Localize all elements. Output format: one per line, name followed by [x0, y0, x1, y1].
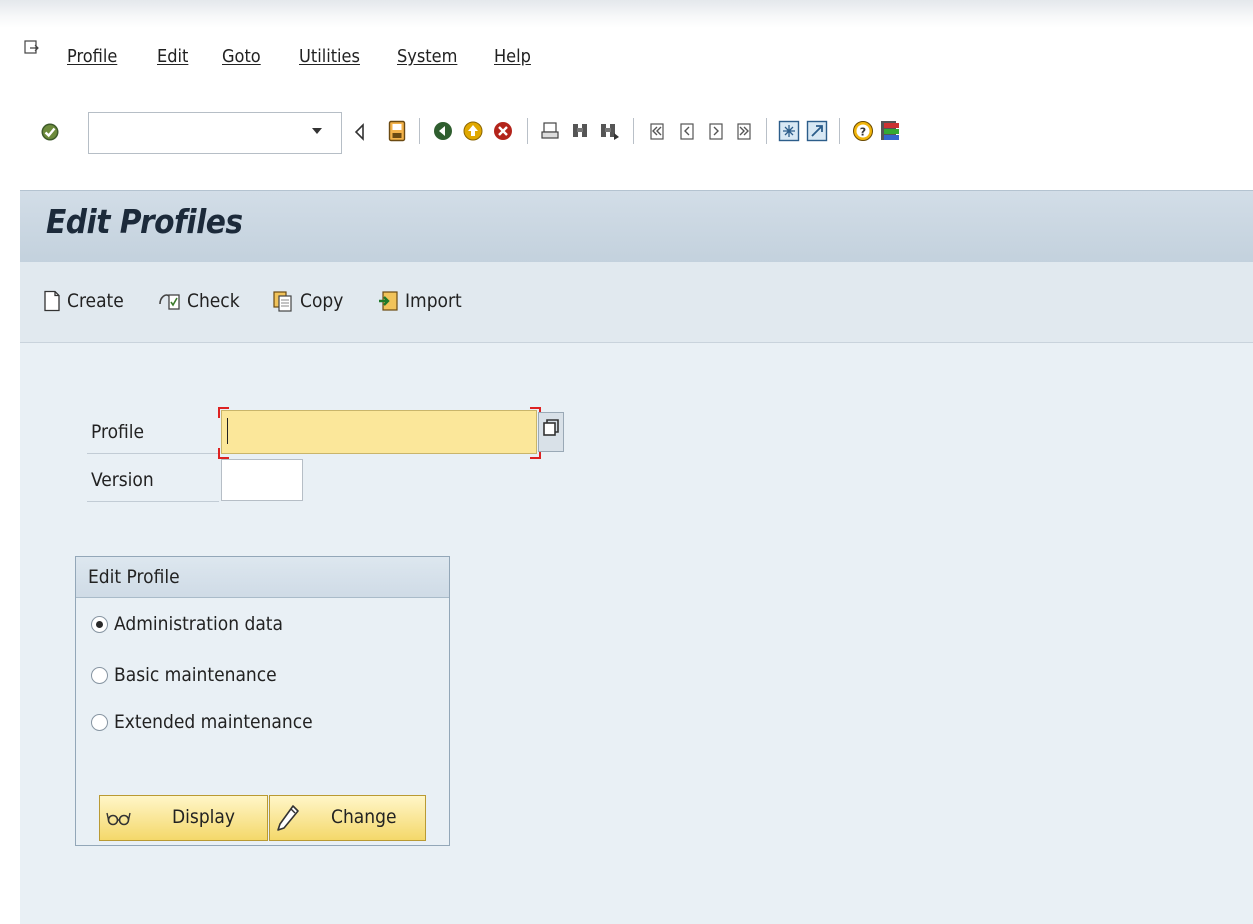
version-input[interactable] — [221, 459, 303, 501]
toolbar-separator — [527, 118, 528, 144]
version-label: Version — [91, 469, 154, 491]
label-underline — [87, 453, 219, 454]
import-label: Import — [405, 290, 462, 312]
copy-button[interactable]: Copy — [272, 290, 343, 312]
extended-maintenance-radio[interactable] — [91, 714, 108, 731]
print-icon[interactable] — [540, 121, 560, 141]
find-next-icon[interactable] — [598, 121, 620, 141]
menu-help[interactable]: Help — [494, 46, 531, 67]
change-button[interactable]: Change — [269, 795, 426, 841]
glasses-icon — [106, 812, 131, 826]
group-title: Edit Profile — [88, 566, 180, 588]
document-icon — [44, 290, 60, 312]
exit-icon[interactable] — [463, 121, 483, 141]
svg-text:?: ? — [860, 126, 866, 139]
customize-layout-icon[interactable] — [880, 120, 900, 142]
change-label: Change — [331, 806, 397, 828]
toolbar-separator — [419, 118, 420, 144]
profile-input[interactable] — [221, 410, 537, 454]
check-icon[interactable] — [40, 122, 60, 142]
import-button[interactable]: Import — [377, 290, 462, 312]
create-label: Create — [67, 290, 124, 312]
required-marker — [218, 448, 229, 459]
check-label: Check — [187, 290, 240, 312]
cancel-icon[interactable] — [493, 121, 513, 141]
menu-profile[interactable]: Profile — [67, 46, 117, 67]
administration-data-radio[interactable] — [91, 616, 108, 633]
extended-maintenance-label[interactable]: Extended maintenance — [114, 711, 313, 733]
check-scale-icon — [159, 294, 180, 310]
save-icon[interactable] — [388, 120, 406, 142]
toolbar-separator — [766, 118, 767, 144]
window-top-edge — [0, 0, 1253, 28]
help-icon[interactable]: ? — [852, 120, 874, 142]
display-button[interactable]: Display — [99, 795, 268, 841]
find-icon[interactable] — [570, 121, 590, 141]
command-field[interactable] — [88, 112, 342, 154]
previous-page-icon[interactable] — [676, 121, 698, 141]
create-button[interactable]: Create — [43, 290, 124, 312]
copy-label: Copy — [300, 290, 344, 312]
new-session-icon[interactable] — [778, 120, 800, 142]
pencil-icon — [277, 805, 299, 831]
menu-edit[interactable]: Edit — [157, 46, 188, 67]
administration-data-label[interactable]: Administration data — [114, 613, 283, 635]
text-cursor — [227, 418, 228, 444]
toolbar-separator — [839, 118, 840, 144]
next-page-icon[interactable] — [705, 121, 727, 141]
system-menu-icon[interactable] — [24, 40, 40, 56]
toolbar-separator — [633, 118, 634, 144]
last-page-icon[interactable] — [733, 121, 755, 141]
value-help-icon[interactable] — [538, 412, 564, 452]
back-triangle-icon[interactable] — [352, 122, 366, 142]
first-page-icon[interactable] — [646, 121, 668, 141]
menu-system[interactable]: System — [397, 46, 457, 67]
label-underline — [87, 501, 219, 502]
check-button[interactable]: Check — [157, 290, 240, 312]
basic-maintenance-radio[interactable] — [91, 667, 108, 684]
page-title: Edit Profiles — [46, 202, 243, 241]
profile-label: Profile — [91, 421, 145, 443]
display-label: Display — [172, 806, 236, 828]
shortcut-icon[interactable] — [806, 120, 828, 142]
basic-maintenance-label[interactable]: Basic maintenance — [114, 664, 277, 686]
menu-utilities[interactable]: Utilities — [299, 46, 360, 67]
copy-icon — [273, 291, 292, 312]
menu-goto[interactable]: Goto — [222, 46, 261, 67]
back-icon[interactable] — [433, 121, 453, 141]
command-dropdown-icon[interactable] — [310, 124, 324, 138]
required-marker — [218, 407, 229, 418]
import-icon — [379, 291, 398, 311]
